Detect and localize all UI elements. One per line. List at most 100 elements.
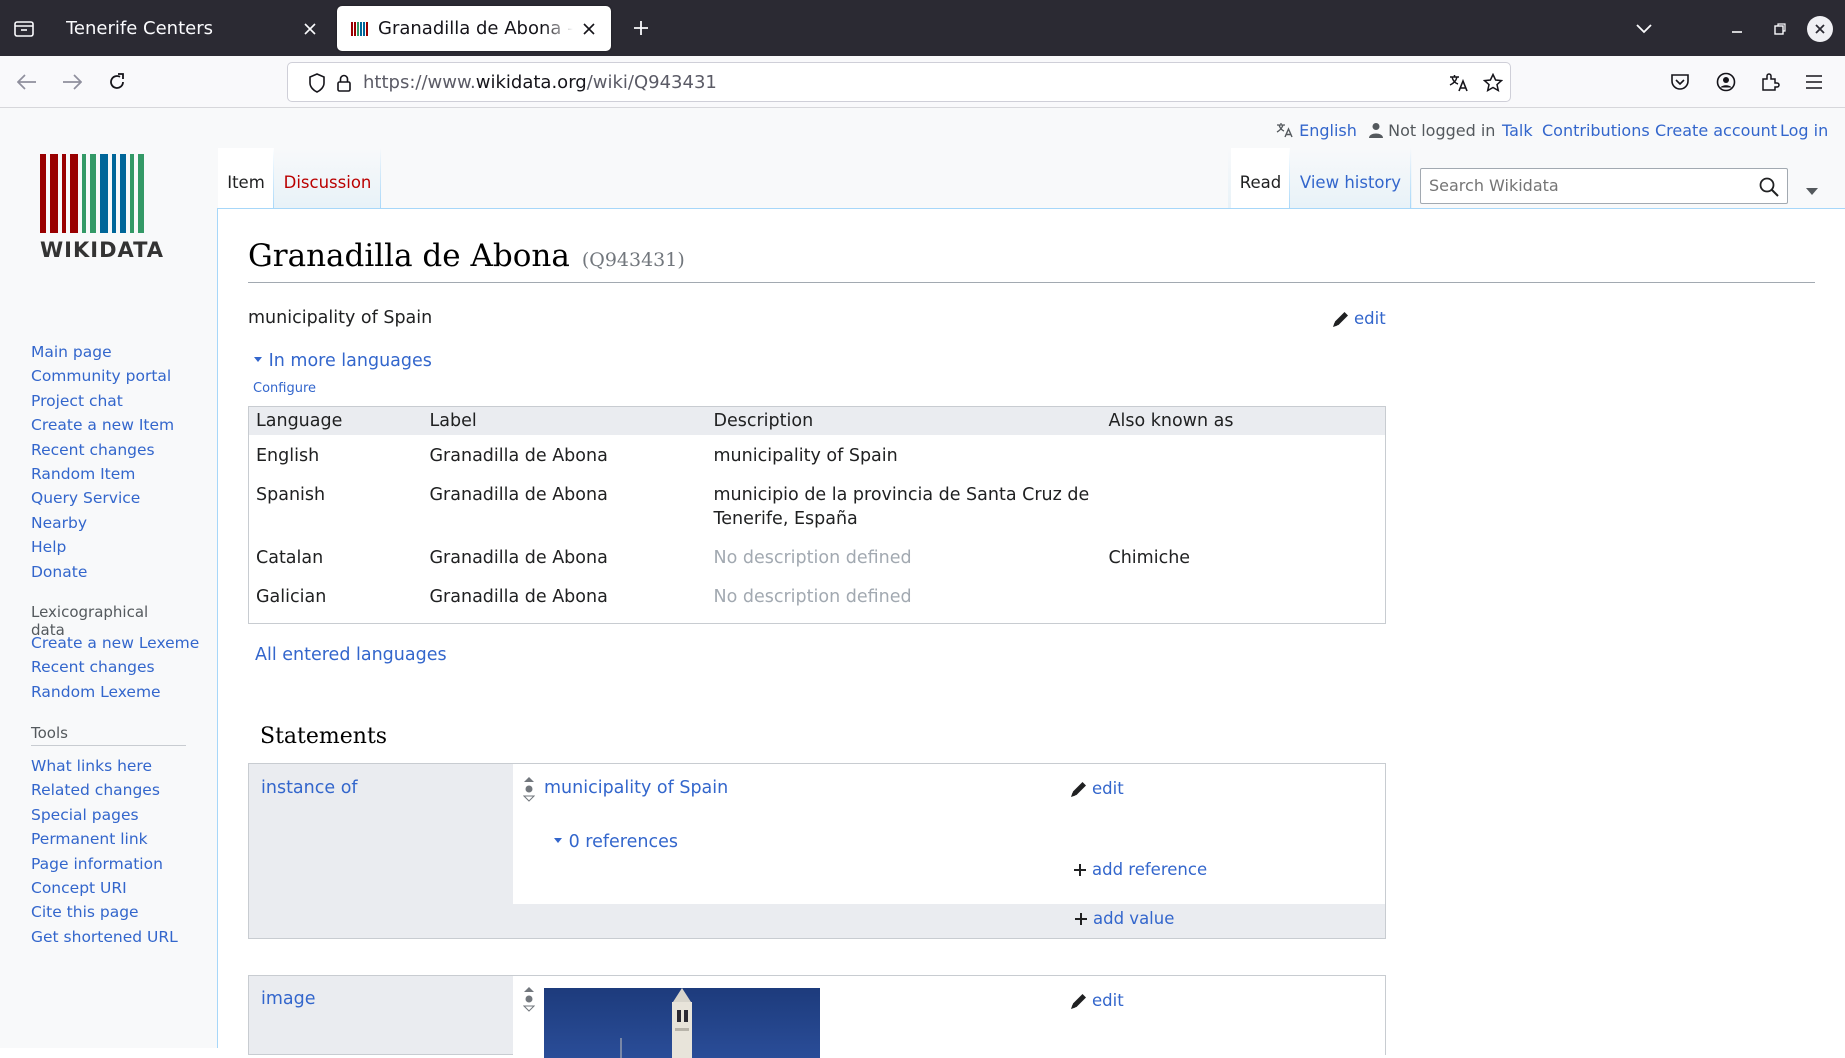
statement-claim: edit xyxy=(513,976,1385,1058)
tab-item[interactable]: Item xyxy=(218,148,274,210)
tracking-shield-icon[interactable] xyxy=(306,72,328,94)
term-language: Galician xyxy=(256,586,327,607)
sidebar-item-random-item[interactable]: Random Item xyxy=(31,462,201,486)
statement-property-link[interactable]: image xyxy=(261,989,316,1009)
sidebar-item-shortened-url[interactable]: Get shortened URL xyxy=(31,925,201,949)
create-account-link[interactable]: Create account xyxy=(1655,121,1777,140)
sidebar-item-create-lexeme[interactable]: Create a new Lexeme xyxy=(31,631,201,655)
close-icon[interactable] xyxy=(300,19,320,39)
table-row: Galician Granadilla de Abona No descript… xyxy=(249,576,1386,624)
terms-header-row: Language Label Description Also known as xyxy=(248,406,1386,435)
browser-tab-wikidata[interactable]: Granadilla de Abona - Wikidata xyxy=(337,6,611,51)
back-icon[interactable] xyxy=(10,65,44,99)
add-value-link[interactable]: add value xyxy=(1074,909,1174,928)
wikidata-logo-bars-icon xyxy=(40,154,174,233)
sidebar-item-concept-uri[interactable]: Concept URI xyxy=(31,876,201,900)
tab-read[interactable]: Read xyxy=(1231,148,1290,210)
lock-icon[interactable] xyxy=(333,72,355,94)
statement-edit-link[interactable]: edit xyxy=(1070,779,1124,798)
sidebar-item-query-service[interactable]: Query Service xyxy=(31,486,201,510)
references-toggle[interactable]: 0 references xyxy=(553,832,678,852)
sidebar-item-main-page[interactable]: Main page xyxy=(31,340,201,364)
pocket-icon[interactable] xyxy=(1663,65,1697,99)
more-chevron-down-icon[interactable] xyxy=(1805,182,1819,201)
statement-value-link[interactable]: municipality of Spain xyxy=(544,778,728,798)
pencil-icon xyxy=(1333,311,1348,327)
search-input[interactable] xyxy=(1429,176,1749,195)
sidebar-item-related-changes[interactable]: Related changes xyxy=(31,778,201,802)
wikidata-logo[interactable]: WIKIDATA xyxy=(40,154,174,262)
add-value-label: add value xyxy=(1093,909,1175,928)
statement-group: image edit xyxy=(248,975,1386,1058)
close-icon[interactable] xyxy=(579,19,599,39)
sidebar-item-page-information[interactable]: Page information xyxy=(31,852,201,876)
sidebar-item-cite-page[interactable]: Cite this page xyxy=(31,900,201,924)
account-icon[interactable] xyxy=(1709,65,1743,99)
sidebar-item-permanent-link[interactable]: Permanent link xyxy=(31,827,201,851)
column-header: Description xyxy=(706,406,1102,435)
search-box xyxy=(1420,168,1788,204)
sidebar-item-lexeme-recent-changes[interactable]: Recent changes xyxy=(31,655,201,679)
sidebar-item-recent-changes[interactable]: Recent changes xyxy=(31,438,201,462)
language-selector[interactable]: English xyxy=(1276,121,1357,140)
tab-title: Tenerife Centers xyxy=(66,18,213,39)
search-icon[interactable] xyxy=(1759,177,1779,201)
sidebar-heading-tools: Tools xyxy=(31,724,186,746)
term-label: Granadilla de Abona xyxy=(429,547,608,568)
statement-property-link[interactable]: instance of xyxy=(261,778,358,798)
url-bar[interactable]: https://www.wikidata.org/wiki/Q943431 xyxy=(287,62,1511,102)
browser-tab-tenerife[interactable]: Tenerife Centers xyxy=(52,6,332,51)
wikidata-favicon-icon xyxy=(351,21,369,36)
tab-view-history[interactable]: View history xyxy=(1290,148,1411,210)
log-in-link[interactable]: Log in xyxy=(1780,121,1828,140)
all-entered-languages-link[interactable]: All entered languages xyxy=(255,645,447,665)
sidebar-item-special-pages[interactable]: Special pages xyxy=(31,803,201,827)
tab-item-label: Item xyxy=(227,173,265,192)
sidebar-item-help[interactable]: Help xyxy=(31,535,201,559)
reload-icon[interactable] xyxy=(100,65,134,99)
contributions-link[interactable]: Contributions xyxy=(1542,121,1650,140)
sidebar-item-project-chat[interactable]: Project chat xyxy=(31,389,201,413)
new-tab-icon[interactable] xyxy=(627,14,655,42)
translate-icon[interactable] xyxy=(1448,72,1470,94)
term-label: Granadilla de Abona xyxy=(429,484,608,505)
url-prefix: https://www. xyxy=(363,72,476,93)
rank-selector-icon[interactable] xyxy=(523,986,535,1012)
close-window-icon[interactable] xyxy=(1807,16,1833,42)
forward-icon[interactable] xyxy=(55,65,89,99)
tab-discussion[interactable]: Discussion xyxy=(274,148,381,210)
column-header: Label xyxy=(422,406,707,435)
triangle-down-icon xyxy=(554,838,562,843)
plus-icon xyxy=(1075,912,1087,925)
add-reference-link[interactable]: add reference xyxy=(1073,860,1207,879)
sidebar-item-nearby[interactable]: Nearby xyxy=(31,511,201,535)
edit-label: edit xyxy=(1354,309,1386,328)
sidebar-item-donate[interactable]: Donate xyxy=(31,560,201,584)
rank-selector-icon[interactable] xyxy=(523,776,535,802)
extensions-icon[interactable] xyxy=(1753,65,1787,99)
sidebar-item-create-item[interactable]: Create a new Item xyxy=(31,413,201,437)
minimize-icon[interactable] xyxy=(1722,14,1752,44)
in-more-languages-label: In more languages xyxy=(268,351,432,371)
pencil-icon xyxy=(1071,993,1086,1009)
talk-link[interactable]: Talk xyxy=(1502,121,1533,140)
sidebar-tools: What links here Related changes Special … xyxy=(31,754,201,949)
plus-icon xyxy=(1074,863,1086,876)
description-edit-link[interactable]: edit xyxy=(1332,309,1386,328)
tab-list-icon[interactable] xyxy=(4,8,44,48)
user-icon xyxy=(1369,123,1383,138)
in-more-languages-toggle[interactable]: In more languages xyxy=(253,351,432,371)
configure-link[interactable]: Configure xyxy=(253,381,316,396)
sidebar-item-community-portal[interactable]: Community portal xyxy=(31,364,201,388)
bookmark-star-icon[interactable] xyxy=(1482,72,1504,94)
url-text[interactable]: https://www.wikidata.org/wiki/Q943431 xyxy=(363,72,717,93)
menu-hamburger-icon[interactable] xyxy=(1797,65,1831,99)
restore-icon[interactable] xyxy=(1765,14,1795,44)
statement-edit-link[interactable]: edit xyxy=(1070,991,1124,1010)
tab-overflow-chevron-icon[interactable] xyxy=(1629,14,1659,44)
sidebar-item-random-lexeme[interactable]: Random Lexeme xyxy=(31,680,201,704)
sidebar-item-what-links-here[interactable]: What links here xyxy=(31,754,201,778)
term-description: No description defined xyxy=(713,547,912,568)
language-link[interactable]: English xyxy=(1299,121,1357,140)
pencil-icon xyxy=(1071,781,1086,797)
